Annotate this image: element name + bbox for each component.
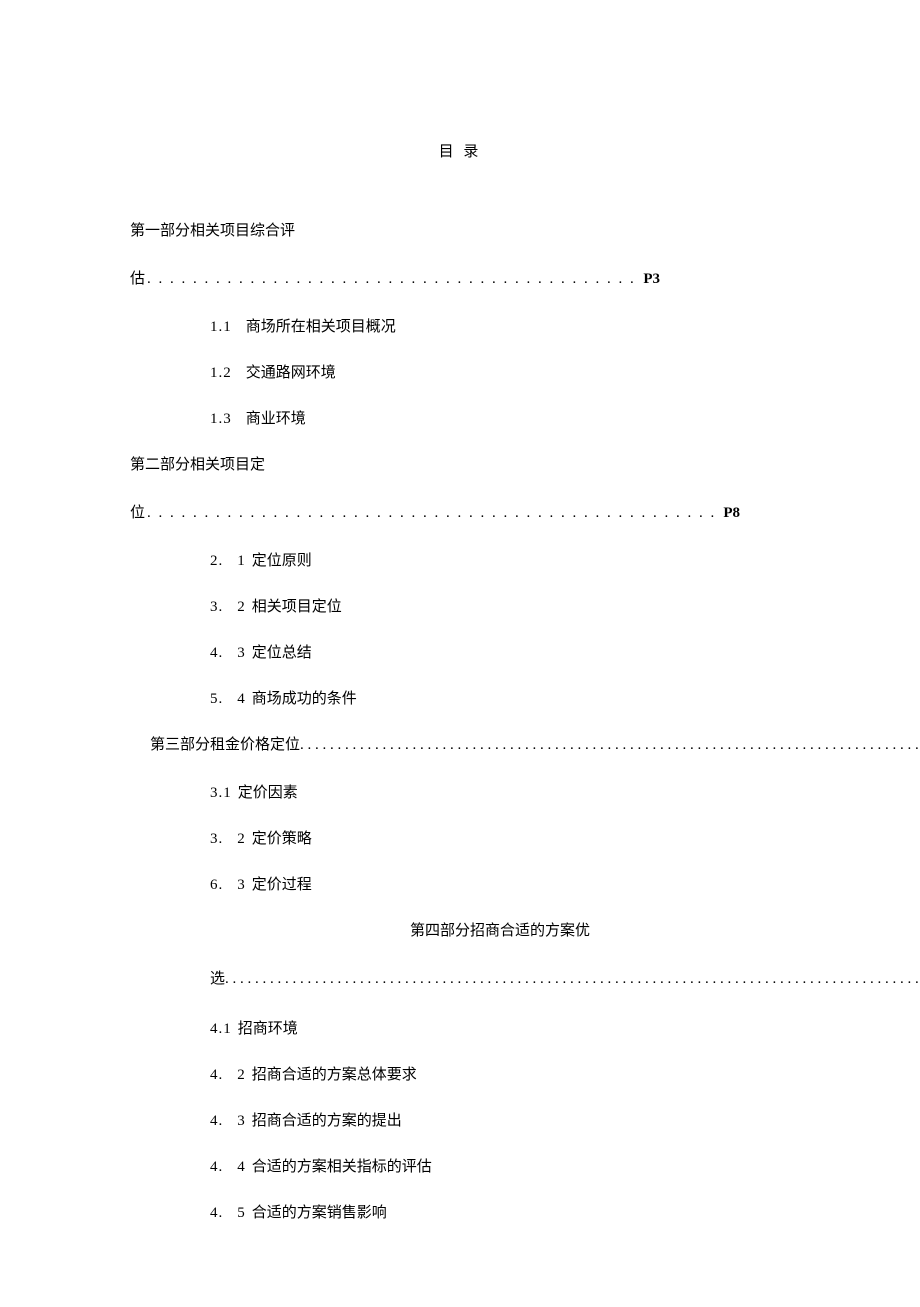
toc-item: 5. 4 商场成功的条件 xyxy=(130,687,790,711)
part4-leader-row: 选 . . . . . . . . . . . . . . . . . . . … xyxy=(130,967,790,991)
item-number: 4. xyxy=(210,1113,223,1129)
part1-leader-row: 估 . . . . . . . . . . . . . . . . . . . … xyxy=(130,267,790,291)
part2-label: 第二部分相关项目定 xyxy=(130,453,790,477)
part4-tail-char: 选 xyxy=(210,967,225,991)
leader-dots: . . . . . . . . . . . . . . . . . . . . … xyxy=(225,967,920,991)
toc-item: 1.2 交通路网环境 xyxy=(130,361,790,385)
part1-page: P3 xyxy=(643,267,660,291)
item-sub: 4 xyxy=(237,691,246,707)
toc-item: 4. 3 定位总结 xyxy=(130,641,790,665)
item-text: 招商合适的方案的提出 xyxy=(252,1113,402,1129)
item-number: 1.1 xyxy=(210,319,232,335)
part2-leader-row: 位 . . . . . . . . . . . . . . . . . . . … xyxy=(130,501,790,525)
part1-tail-char: 估 xyxy=(130,267,145,291)
item-sub: 2 xyxy=(237,599,246,615)
item-number: 4. xyxy=(210,1159,223,1175)
toc-item: 1.1 商场所在相关项目概况 xyxy=(130,315,790,339)
item-sub: 3 xyxy=(237,1113,246,1129)
part2-tail-char: 位 xyxy=(130,501,145,525)
item-text: 交通路网环境 xyxy=(246,365,336,381)
item-number: 3.1 xyxy=(210,785,232,801)
leader-dots: . . . . . . . . . . . . . . . . . . . . … xyxy=(147,267,641,291)
part4-label: 第四部分招商合适的方案优 xyxy=(130,919,790,943)
toc-item: 4. 2 招商合适的方案总体要求 xyxy=(130,1063,790,1087)
leader-dots: . . . . . . . . . . . . . . . . . . . . … xyxy=(300,733,920,757)
item-sub: 1 xyxy=(237,553,246,569)
item-number: 2. xyxy=(210,553,223,569)
item-sub: 4 xyxy=(237,1159,246,1175)
item-text: 相关项目定位 xyxy=(252,599,342,615)
toc-title: 目 录 xyxy=(130,140,790,164)
part3-leader-row: 第三部分租金价格定位 . . . . . . . . . . . . . . .… xyxy=(130,733,790,757)
item-number: 4.1 xyxy=(210,1021,232,1037)
item-text: 定价过程 xyxy=(252,877,312,893)
toc-item: 4.1 招商环境 xyxy=(130,1017,790,1041)
item-number: 1.3 xyxy=(210,411,232,427)
toc-item: 3.1 定价因素 xyxy=(130,781,790,805)
item-text: 商场所在相关项目概况 xyxy=(246,319,396,335)
toc-item: 4. 3 招商合适的方案的提出 xyxy=(130,1109,790,1133)
part3-label: 第三部分租金价格定位 xyxy=(150,733,300,757)
item-number: 4. xyxy=(210,1205,223,1221)
leader-dots: . . . . . . . . . . . . . . . . . . . . … xyxy=(147,501,721,525)
part1-label: 第一部分相关项目综合评 xyxy=(130,219,790,243)
item-text: 定价因素 xyxy=(238,785,298,801)
toc-item: 4. 5 合适的方案销售影响 xyxy=(130,1201,790,1225)
item-number: 6. xyxy=(210,877,223,893)
item-sub: 5 xyxy=(237,1205,246,1221)
item-number: 1.2 xyxy=(210,365,232,381)
part2-page: P8 xyxy=(723,501,740,525)
item-text: 合适的方案相关指标的评估 xyxy=(252,1159,432,1175)
item-sub: 3 xyxy=(237,645,246,661)
item-text: 定位原则 xyxy=(252,553,312,569)
item-number: 4. xyxy=(210,1067,223,1083)
toc-page: 目 录 第一部分相关项目综合评 估 . . . . . . . . . . . … xyxy=(0,0,920,1307)
toc-item: 3. 2 相关项目定位 xyxy=(130,595,790,619)
item-number: 3. xyxy=(210,831,223,847)
item-text: 合适的方案销售影响 xyxy=(252,1205,387,1221)
item-text: 招商合适的方案总体要求 xyxy=(252,1067,417,1083)
toc-item: 2. 1 定位原则 xyxy=(130,549,790,573)
item-number: 4. xyxy=(210,645,223,661)
item-number: 3. xyxy=(210,599,223,615)
toc-item: 3. 2 定价策略 xyxy=(130,827,790,851)
item-number: 5. xyxy=(210,691,223,707)
item-text: 招商环境 xyxy=(238,1021,298,1037)
item-sub: 3 xyxy=(237,877,246,893)
item-text: 商场成功的条件 xyxy=(252,691,357,707)
toc-item: 4. 4 合适的方案相关指标的评估 xyxy=(130,1155,790,1179)
item-text: 商业环境 xyxy=(246,411,306,427)
toc-item: 6. 3 定价过程 xyxy=(130,873,790,897)
item-text: 定位总结 xyxy=(252,645,312,661)
item-text: 定价策略 xyxy=(252,831,312,847)
toc-item: 1.3 商业环境 xyxy=(130,407,790,431)
item-sub: 2 xyxy=(237,1067,246,1083)
item-sub: 2 xyxy=(237,831,246,847)
